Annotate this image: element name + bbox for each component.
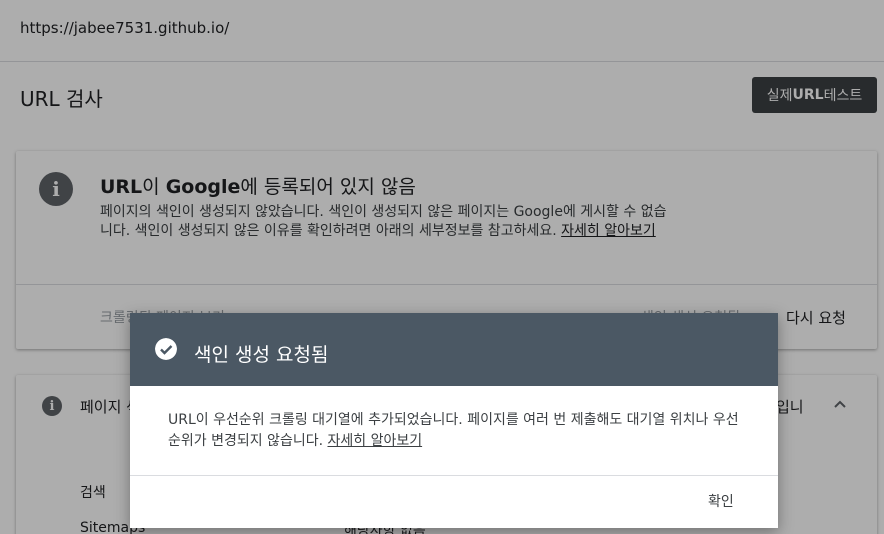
dialog-divider (130, 475, 778, 476)
dialog-learn-more-link[interactable]: 자세히 알아보기 (327, 433, 422, 449)
check-circle-icon (155, 338, 177, 360)
dialog-body: URL이 우선순위 크롤링 대기열에 추가되었습니다. 페이지를 여러 번 제출… (168, 410, 748, 452)
dialog-header: 색인 생성 요청됨 (130, 313, 778, 386)
dialog-body-text: URL이 우선순위 크롤링 대기열에 추가되었습니다. 페이지를 여러 번 제출… (168, 412, 739, 449)
ok-button[interactable]: 확인 (708, 491, 734, 511)
dialog-title: 색인 생성 요청됨 (194, 344, 329, 366)
indexing-requested-dialog: 색인 생성 요청됨 URL이 우선순위 크롤링 대기열에 추가되었습니다. 페이… (130, 313, 778, 528)
